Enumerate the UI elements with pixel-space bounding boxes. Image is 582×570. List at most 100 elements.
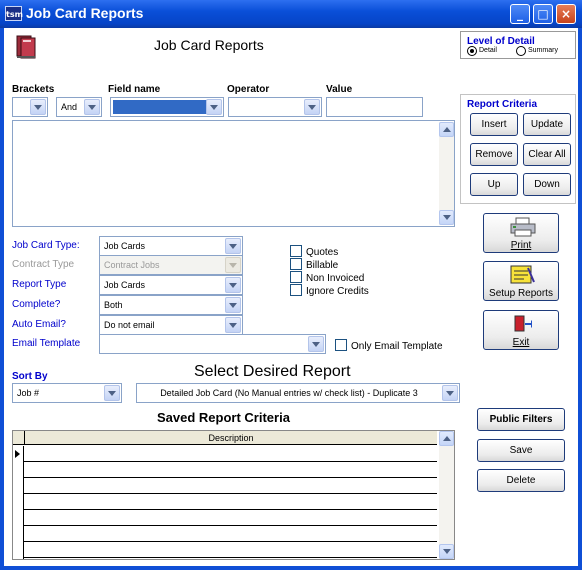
public-filters-button[interactable]: Public Filters xyxy=(477,408,565,431)
chevron-down-icon[interactable] xyxy=(225,317,241,333)
save-button[interactable]: Save xyxy=(477,439,565,462)
and-or-value: And xyxy=(61,102,78,112)
clear-all-label: Clear All xyxy=(528,149,566,160)
chevron-down-icon[interactable] xyxy=(206,99,222,115)
client-area: Job Card Reports Level of Detail Detail … xyxy=(4,28,578,566)
chevron-down-icon[interactable] xyxy=(442,385,458,401)
chevron-down-icon[interactable] xyxy=(225,297,241,313)
and-or-select[interactable]: And xyxy=(56,97,102,117)
update-button[interactable]: Update xyxy=(523,113,571,136)
grid-header: Description xyxy=(13,431,437,445)
level-of-detail-group: Level of Detail Detail Summary xyxy=(460,31,576,59)
clear-all-button[interactable]: Clear All xyxy=(523,143,571,166)
down-button[interactable]: Down xyxy=(523,173,571,196)
contract-type-value: Contract Jobs xyxy=(104,260,160,270)
detail-radio[interactable] xyxy=(467,46,477,56)
books-icon xyxy=(12,32,40,60)
quotes-checkbox[interactable] xyxy=(290,245,302,257)
only-email-template-checkbox[interactable] xyxy=(335,339,347,351)
app-icon: tsm xyxy=(5,6,23,21)
job-card-type-value: Job Cards xyxy=(104,241,146,251)
auto-email-select[interactable]: Do not email xyxy=(99,315,243,335)
scroll-down-icon[interactable] xyxy=(439,210,454,225)
saved-criteria-grid[interactable]: Description xyxy=(12,430,455,560)
complete-select[interactable]: Both xyxy=(99,295,243,315)
email-template-label: Email Template xyxy=(12,338,81,349)
contract-type-select: Contract Jobs xyxy=(99,255,243,275)
report-type-label: Report Type xyxy=(12,279,67,290)
insert-button[interactable]: Insert xyxy=(470,113,518,136)
printer-icon xyxy=(510,217,536,237)
report-type-select[interactable]: Job Cards xyxy=(99,275,243,295)
chevron-down-icon[interactable] xyxy=(30,99,46,115)
criteria-list[interactable] xyxy=(12,120,455,227)
complete-label: Complete? xyxy=(12,299,61,310)
email-template-select[interactable] xyxy=(99,334,326,354)
remove-label: Remove xyxy=(475,149,513,160)
non-invoiced-checkbox[interactable] xyxy=(290,271,302,283)
grid-line xyxy=(24,477,437,478)
brackets-select[interactable] xyxy=(12,97,48,117)
report-type-value: Job Cards xyxy=(104,280,146,290)
report-select[interactable]: Detailed Job Card (No Manual entries w/ … xyxy=(136,383,460,403)
title-bar[interactable]: tsm Job Card Reports _ □ × xyxy=(0,0,582,28)
brackets-header: Brackets xyxy=(12,84,55,95)
sort-by-select[interactable]: Job # xyxy=(12,383,122,403)
saved-criteria-scrollbar[interactable] xyxy=(439,431,454,559)
exit-button[interactable]: Exit xyxy=(483,310,559,350)
operator-header: Operator xyxy=(227,84,270,95)
delete-button[interactable]: Delete xyxy=(477,469,565,492)
chevron-down-icon[interactable] xyxy=(308,336,324,352)
billable-checkbox[interactable] xyxy=(290,258,302,270)
notepad-icon xyxy=(510,265,535,284)
scroll-down-icon[interactable] xyxy=(439,544,454,559)
criteria-scrollbar[interactable] xyxy=(439,122,454,225)
scroll-up-icon[interactable] xyxy=(439,122,454,137)
summary-radio[interactable] xyxy=(516,46,526,56)
chevron-down-icon[interactable] xyxy=(225,277,241,293)
billable-label: Billable xyxy=(306,260,339,271)
grid-line xyxy=(24,509,437,510)
sort-by-label: Sort By xyxy=(12,371,48,382)
setup-reports-label: Setup Reports xyxy=(489,288,553,299)
ignore-credits-checkbox[interactable] xyxy=(290,284,302,296)
non-invoiced-label: Non Invoiced xyxy=(306,273,365,284)
contract-type-label: Contract Type xyxy=(12,259,75,270)
report-criteria-group: Report Criteria Insert Update Remove Cle… xyxy=(460,94,576,204)
setup-reports-button[interactable]: Setup Reports xyxy=(483,261,559,301)
auto-email-label: Auto Email? xyxy=(12,319,66,330)
update-label: Update xyxy=(530,119,564,130)
down-label: Down xyxy=(534,179,560,190)
description-column-header[interactable]: Description xyxy=(24,431,437,445)
job-card-type-label: Job Card Type: xyxy=(12,240,80,251)
operator-select[interactable] xyxy=(228,97,322,117)
remove-button[interactable]: Remove xyxy=(470,143,518,166)
up-button[interactable]: Up xyxy=(470,173,518,196)
field-name-select[interactable] xyxy=(110,97,224,117)
chevron-down-icon[interactable] xyxy=(104,385,120,401)
grid-line xyxy=(24,557,437,558)
saved-criteria-title: Saved Report Criteria xyxy=(157,410,290,425)
job-card-type-select[interactable]: Job Cards xyxy=(99,236,243,256)
value-input[interactable] xyxy=(326,97,423,117)
grid-line xyxy=(24,493,437,494)
close-button[interactable]: × xyxy=(556,4,576,24)
detail-label: Detail xyxy=(479,47,497,54)
chevron-down-icon[interactable] xyxy=(304,99,320,115)
only-email-template-label: Only Email Template xyxy=(351,341,443,352)
minimize-button[interactable]: _ xyxy=(510,4,530,24)
insert-label: Insert xyxy=(481,119,507,130)
exit-label: Exit xyxy=(512,337,530,348)
chevron-down-icon[interactable] xyxy=(84,99,100,115)
print-button[interactable]: Print xyxy=(483,213,559,253)
print-label: Print xyxy=(510,240,532,251)
chevron-down-icon[interactable] xyxy=(225,238,241,254)
maximize-button[interactable]: □ xyxy=(533,4,553,24)
sort-by-value: Job # xyxy=(17,388,40,398)
field-name-highlight xyxy=(113,100,207,114)
scroll-up-icon[interactable] xyxy=(439,431,454,446)
delete-label: Delete xyxy=(506,475,536,486)
window: tsm Job Card Reports _ □ × Job Card Repo… xyxy=(0,0,582,570)
window-title: Job Card Reports xyxy=(26,5,144,21)
grid-body xyxy=(13,446,437,559)
